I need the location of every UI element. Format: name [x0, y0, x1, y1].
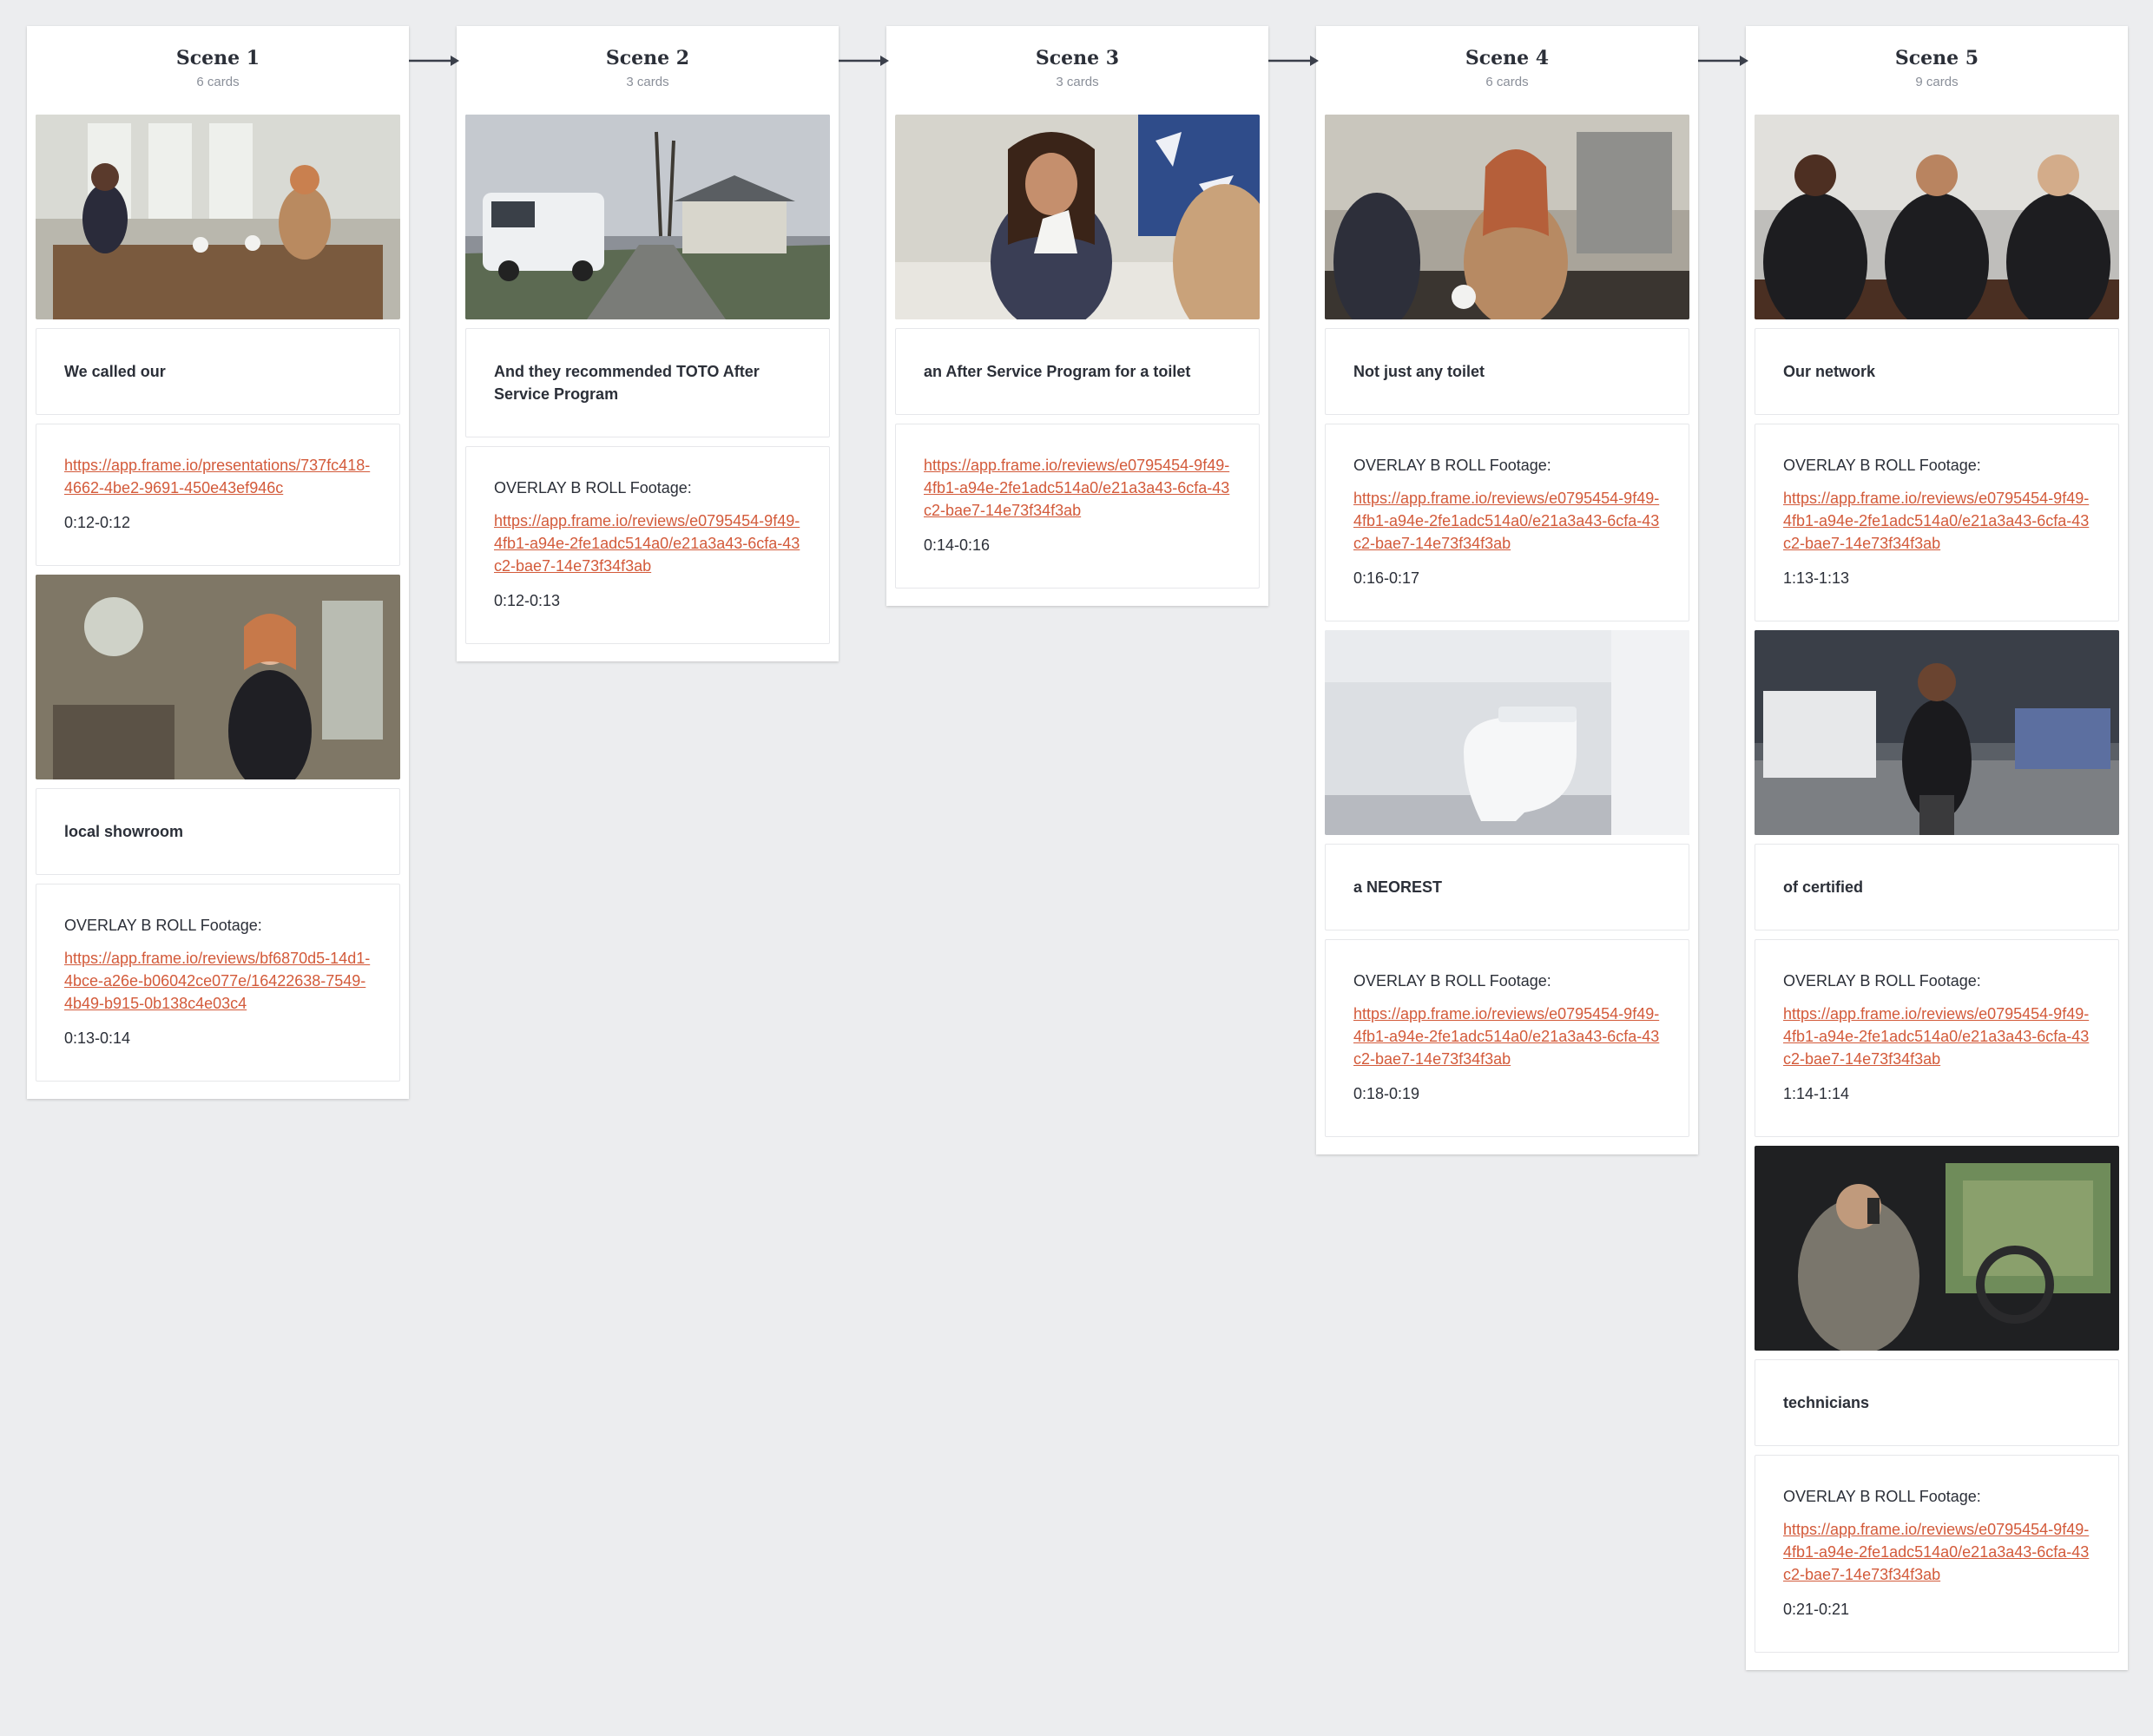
footage-link[interactable]: https://app.frame.io/reviews/e0795454-9f… — [1353, 1003, 1661, 1070]
note-label: OVERLAY B ROLL Footage: — [1353, 457, 1551, 474]
timecode: 0:12-0:12 — [64, 514, 131, 531]
thumbnail-image — [465, 115, 830, 319]
scene-header[interactable]: Scene 3 3 cards — [895, 26, 1260, 115]
scene-column[interactable]: Scene 3 3 cards an After Service Program f… — [886, 26, 1268, 606]
note-card[interactable]: https://app.frame.io/presentations/737fc… — [36, 424, 400, 566]
footage-link[interactable]: https://app.frame.io/reviews/bf6870d5-14… — [64, 947, 372, 1015]
scene-column[interactable]: Scene 5 9 cards Our network OVERLAY B ROLL … — [1746, 26, 2128, 1670]
caption-text: an After Service Program for a toilet — [924, 363, 1191, 380]
footage-link[interactable]: https://app.frame.io/reviews/e0795454-9f… — [1783, 1518, 2090, 1586]
image-card[interactable] — [1325, 630, 1689, 835]
image-card[interactable] — [895, 115, 1260, 319]
thumbnail-image — [895, 115, 1260, 319]
thumbnail-image — [36, 575, 400, 779]
caption-card[interactable]: And they recommended TOTO After Service … — [465, 328, 830, 437]
footage-link[interactable]: https://app.frame.io/reviews/e0795454-9f… — [1783, 487, 2090, 555]
footage-link[interactable]: https://app.frame.io/reviews/e0795454-9f… — [1783, 1003, 2090, 1070]
caption-card[interactable]: We called our — [36, 328, 400, 415]
caption-text: of certified — [1783, 878, 1864, 896]
caption-text: local showroom — [64, 823, 184, 840]
arrow-right-icon — [409, 52, 461, 69]
caption-text: We called our — [64, 363, 166, 380]
thumbnail-image — [1325, 630, 1689, 835]
note-label: OVERLAY B ROLL Footage: — [1783, 972, 1981, 990]
thumbnail-image — [1755, 630, 2119, 835]
footage-link[interactable]: https://app.frame.io/reviews/e0795454-9f… — [924, 454, 1231, 522]
timecode: 0:14-0:16 — [924, 536, 991, 554]
arrow-right-icon — [1698, 52, 1750, 69]
note-card[interactable]: OVERLAY B ROLL Footage: https://app.frame… — [1325, 424, 1689, 621]
scene-column[interactable]: Scene 1 6 cards We called our https://app.f… — [27, 26, 409, 1099]
scene-title[interactable]: Scene 5 — [1755, 47, 2119, 69]
note-card[interactable]: OVERLAY B ROLL Footage: https://app.frame… — [1325, 939, 1689, 1137]
timecode: 0:18-0:19 — [1353, 1085, 1420, 1102]
note-label: OVERLAY B ROLL Footage: — [64, 917, 262, 934]
image-card[interactable] — [1755, 630, 2119, 835]
caption-text: Our network — [1783, 363, 1876, 380]
scene-title[interactable]: Scene 3 — [895, 47, 1260, 69]
image-card[interactable] — [465, 115, 830, 319]
arrow-right-icon — [1268, 52, 1320, 69]
scene-column[interactable]: Scene 2 3 cards And they recommended TOTO … — [457, 26, 839, 661]
thumbnail-image — [36, 115, 400, 319]
storyboard-canvas: Scene 1 6 cards We called our https://app.f… — [0, 0, 2153, 1736]
card-count: 6 cards — [1485, 75, 1529, 89]
caption-card[interactable]: technicians — [1755, 1359, 2119, 1446]
footage-link[interactable]: https://app.frame.io/reviews/e0795454-9f… — [494, 510, 801, 577]
image-card[interactable] — [36, 575, 400, 779]
scene-header[interactable]: Scene 4 6 cards — [1325, 26, 1689, 115]
note-card[interactable]: OVERLAY B ROLL Footage: https://app.frame… — [1755, 939, 2119, 1137]
caption-card[interactable]: Not just any toilet — [1325, 328, 1689, 415]
note-card[interactable]: OVERLAY B ROLL Footage: https://app.frame… — [36, 884, 400, 1082]
scene-title[interactable]: Scene 4 — [1325, 47, 1689, 69]
note-card[interactable]: OVERLAY B ROLL Footage: https://app.frame… — [1755, 424, 2119, 621]
thumbnail-image — [1325, 115, 1689, 319]
timecode: 1:14-1:14 — [1783, 1085, 1850, 1102]
scene-column[interactable]: Scene 4 6 cards Not just any toilet OVERLAY… — [1316, 26, 1698, 1154]
note-card[interactable]: OVERLAY B ROLL Footage: https://app.frame… — [1755, 1455, 2119, 1653]
thumbnail-image — [1755, 1146, 2119, 1351]
scene-header[interactable]: Scene 1 6 cards — [36, 26, 400, 115]
caption-text: Not just any toilet — [1353, 363, 1485, 380]
scene-title[interactable]: Scene 2 — [465, 47, 830, 69]
note-label: OVERLAY B ROLL Footage: — [1783, 457, 1981, 474]
caption-text: technicians — [1783, 1394, 1870, 1411]
card-count: 9 cards — [1915, 75, 1959, 89]
note-card[interactable]: OVERLAY B ROLL Footage: https://app.frame… — [465, 446, 830, 644]
scene-header[interactable]: Scene 2 3 cards — [465, 26, 830, 115]
arrow-right-icon — [839, 52, 891, 69]
image-card[interactable] — [1755, 1146, 2119, 1351]
scene-header[interactable]: Scene 5 9 cards — [1755, 26, 2119, 115]
caption-card[interactable]: a NEOREST — [1325, 844, 1689, 930]
image-card[interactable] — [1755, 115, 2119, 319]
note-card[interactable]: https://app.frame.io/reviews/e0795454-9f… — [895, 424, 1260, 589]
note-label: OVERLAY B ROLL Footage: — [1353, 972, 1551, 990]
footage-link[interactable]: https://app.frame.io/reviews/e0795454-9f… — [1353, 487, 1661, 555]
scene-title[interactable]: Scene 1 — [36, 47, 400, 69]
caption-text: And they recommended TOTO After Service … — [494, 363, 760, 403]
card-count: 6 cards — [196, 75, 240, 89]
timecode: 0:13-0:14 — [64, 1029, 131, 1047]
note-label: OVERLAY B ROLL Footage: — [494, 479, 692, 496]
caption-card[interactable]: an After Service Program for a toilet — [895, 328, 1260, 415]
timecode: 0:21-0:21 — [1783, 1601, 1850, 1618]
image-card[interactable] — [1325, 115, 1689, 319]
caption-card[interactable]: Our network — [1755, 328, 2119, 415]
timecode: 0:12-0:13 — [494, 592, 561, 609]
card-count: 3 cards — [1056, 75, 1099, 89]
caption-card[interactable]: of certified — [1755, 844, 2119, 930]
card-count: 3 cards — [626, 75, 669, 89]
timecode: 0:16-0:17 — [1353, 569, 1420, 587]
footage-link[interactable]: https://app.frame.io/presentations/737fc… — [64, 454, 372, 499]
caption-card[interactable]: local showroom — [36, 788, 400, 875]
thumbnail-image — [1755, 115, 2119, 319]
timecode: 1:13-1:13 — [1783, 569, 1850, 587]
note-label: OVERLAY B ROLL Footage: — [1783, 1488, 1981, 1505]
caption-text: a NEOREST — [1353, 878, 1443, 896]
image-card[interactable] — [36, 115, 400, 319]
